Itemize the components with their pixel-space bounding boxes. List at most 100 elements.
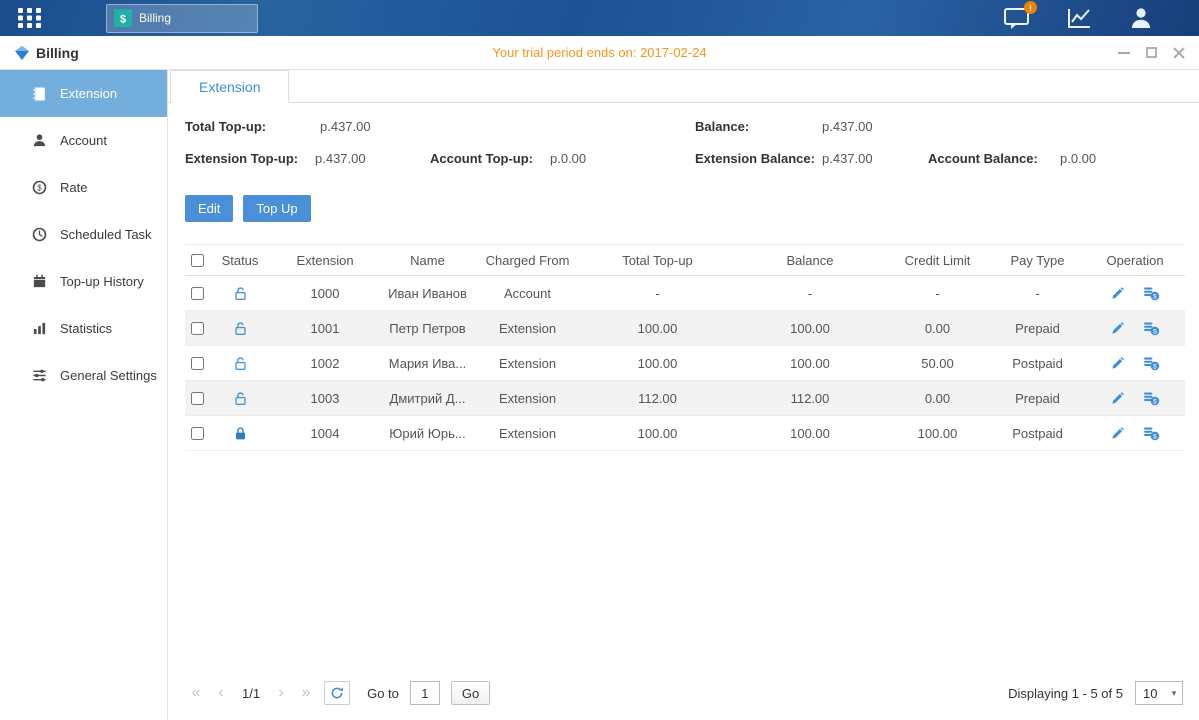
select-row-checkbox[interactable] (191, 357, 204, 370)
minimize-button[interactable] (1118, 52, 1130, 54)
coins-icon: $ (1143, 321, 1160, 336)
trial-notice: Your trial period ends on: 2017-02-24 (0, 45, 1199, 60)
lock-status-icon (233, 390, 248, 405)
pay-type: Prepaid (990, 321, 1085, 336)
column-header-balance: Balance (735, 253, 885, 268)
notifications-chat-icon[interactable]: ! (1003, 6, 1030, 30)
lock-status-icon (233, 320, 248, 335)
maximize-button[interactable] (1146, 47, 1157, 58)
sidebar-item-extension[interactable]: Extension (0, 70, 167, 117)
select-row-checkbox[interactable] (191, 392, 204, 405)
taskbar-tab-billing[interactable]: $ Billing (106, 4, 258, 33)
top-up-button[interactable]: Top Up (243, 195, 310, 222)
unlock-icon (233, 391, 248, 406)
column-header-extension: Extension (270, 253, 380, 268)
svg-text:$: $ (1153, 433, 1157, 440)
sidebar-item-label: Account (60, 133, 107, 148)
billing-app-window: $ Billing ! (0, 0, 1199, 720)
window-titlebar: Billing Your trial period ends on: 2017-… (0, 36, 1199, 70)
sidebar-item-label: Scheduled Task (60, 227, 152, 242)
pagination-right: Displaying 1 - 5 of 5 10 ▾ (1008, 681, 1183, 705)
sidebar-item-topup-history[interactable]: Top-up History (0, 258, 167, 305)
top-up-row-button[interactable]: $ (1143, 426, 1160, 441)
app-body: Extension Account $ Rate (0, 70, 1199, 720)
unlock-icon (233, 286, 248, 301)
total-topup: 112.00 (580, 391, 735, 406)
table-row: 1003 Дмитрий Д... Extension 112.00 112.0… (185, 381, 1185, 416)
sliders-icon (31, 368, 48, 383)
table-header-row: Status Extension Name Charged From Total… (185, 244, 1185, 276)
sidebar-item-general-settings[interactable]: General Settings (0, 352, 167, 399)
notification-badge: ! (1024, 1, 1037, 14)
page-indicator: 1/1 (242, 686, 260, 701)
top-up-row-button[interactable]: $ (1143, 321, 1160, 336)
table-row: 1004 Юрий Юрь... Extension 100.00 100.00… (185, 416, 1185, 451)
window-title: Billing (36, 45, 79, 61)
total-topup: 100.00 (580, 426, 735, 441)
svg-text:$: $ (37, 184, 42, 193)
edit-button[interactable]: Edit (185, 195, 233, 222)
pay-type: - (990, 286, 1085, 301)
pay-type: Postpaid (990, 356, 1085, 371)
unlock-icon (233, 321, 248, 336)
tab-extension[interactable]: Extension (170, 70, 289, 103)
first-page-button[interactable]: « (189, 685, 203, 701)
charged-from: Extension (475, 426, 580, 441)
total-topup-value: p.437.00 (320, 119, 371, 134)
lock-status-icon (233, 355, 248, 370)
select-row-checkbox[interactable] (191, 322, 204, 335)
close-button[interactable] (1173, 47, 1185, 59)
total-topup-label: Total Top-up: (185, 119, 266, 134)
select-row-checkbox[interactable] (191, 427, 204, 440)
unlock-icon (233, 356, 248, 371)
apps-grid-button[interactable] (0, 0, 58, 36)
goto-page-input[interactable] (410, 681, 440, 705)
content-inner: Total Top-up: p.437.00 Balance: p.437.00… (168, 103, 1199, 720)
pencil-icon (1110, 426, 1125, 441)
credit-limit: 100.00 (885, 426, 990, 441)
coins-icon: $ (1143, 391, 1160, 406)
pagination-bar: « ‹ 1/1 › » Go to Go Display (185, 681, 1185, 720)
select-all-checkbox[interactable] (191, 254, 204, 267)
go-button[interactable]: Go (451, 681, 490, 705)
column-header-operation: Operation (1085, 253, 1185, 268)
balance: 112.00 (735, 391, 885, 406)
coins-icon: $ (1143, 356, 1160, 371)
extension-name: Мария Ива... (380, 356, 475, 371)
extension-number: 1004 (270, 426, 380, 441)
edit-row-button[interactable] (1110, 426, 1125, 441)
edit-row-button[interactable] (1110, 286, 1125, 301)
extension-topup-label: Extension Top-up: (185, 151, 298, 166)
edit-row-button[interactable] (1110, 321, 1125, 336)
sidebar-item-label: Top-up History (60, 274, 144, 289)
last-page-button[interactable]: » (299, 685, 313, 701)
select-row-checkbox[interactable] (191, 287, 204, 300)
top-up-row-button[interactable]: $ (1143, 356, 1160, 371)
page-size-select[interactable]: 10 ▾ (1135, 681, 1183, 705)
top-up-row-button[interactable]: $ (1143, 286, 1160, 301)
sidebar-item-label: Statistics (60, 321, 112, 336)
extension-number: 1002 (270, 356, 380, 371)
next-page-button[interactable]: › (274, 685, 288, 701)
refresh-button[interactable] (324, 681, 350, 705)
top-taskbar: $ Billing ! (0, 0, 1199, 36)
column-header-charged-from: Charged From (475, 253, 580, 268)
edit-row-button[interactable] (1110, 356, 1125, 371)
edit-row-button[interactable] (1110, 391, 1125, 406)
user-account-icon[interactable] (1129, 6, 1153, 30)
prev-page-button[interactable]: ‹ (214, 685, 228, 701)
credit-limit: 0.00 (885, 391, 990, 406)
sidebar-item-rate[interactable]: $ Rate (0, 164, 167, 211)
top-up-row-button[interactable]: $ (1143, 391, 1160, 406)
apps-grid-icon (17, 7, 42, 29)
extension-card-icon (31, 86, 48, 102)
tab-strip: Extension (168, 70, 1199, 103)
statistics-chart-icon[interactable] (1066, 6, 1093, 30)
sidebar-item-label: General Settings (60, 368, 157, 383)
charged-from: Extension (475, 356, 580, 371)
charged-from: Account (475, 286, 580, 301)
sidebar-item-account[interactable]: Account (0, 117, 167, 164)
sidebar-item-statistics[interactable]: Statistics (0, 305, 167, 352)
page-size-value: 10 (1136, 686, 1166, 701)
sidebar-item-scheduled-task[interactable]: Scheduled Task (0, 211, 167, 258)
